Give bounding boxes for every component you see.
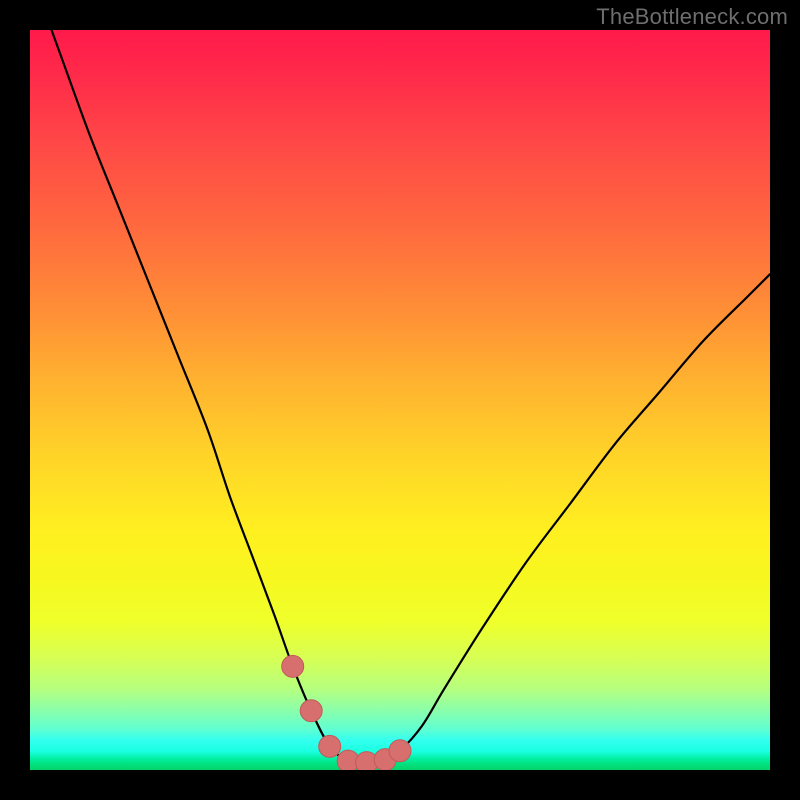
watermark-label: TheBottleneck.com	[596, 4, 788, 30]
curve-markers	[282, 655, 411, 770]
bottleneck-curve	[30, 30, 770, 763]
chart-root: TheBottleneck.com	[0, 0, 800, 800]
plot-area	[30, 30, 770, 770]
curve-marker	[389, 740, 411, 762]
curve-layer	[30, 30, 770, 770]
curve-marker	[282, 655, 304, 677]
curve-marker	[319, 735, 341, 757]
curve-marker	[300, 700, 322, 722]
